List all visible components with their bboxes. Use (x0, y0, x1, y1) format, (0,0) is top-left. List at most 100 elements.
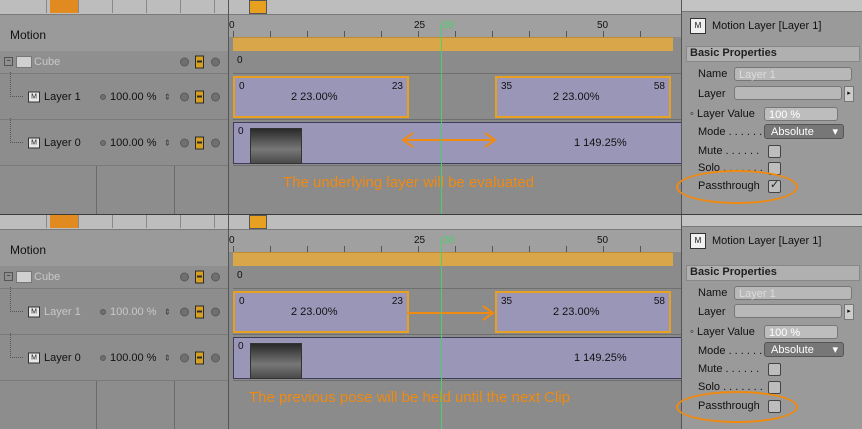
track-row-cube[interactable]: − Cube (0, 266, 228, 289)
timeline-toolbar-button[interactable] (50, 0, 79, 13)
layer-weight[interactable]: 100.00 % (110, 306, 156, 318)
timeline-tool-button[interactable] (249, 215, 267, 229)
section-title: Basic Properties (690, 266, 777, 278)
mode-dropdown[interactable]: Absolute ▾ (764, 124, 844, 139)
motion-clip[interactable]: 0 23 2 23.00% (233, 76, 409, 118)
time-ruler[interactable]: 0 25 50 28 (229, 15, 681, 37)
layer-value-label: ◦ Layer Value (690, 108, 755, 120)
lock-dot[interactable] (211, 307, 220, 316)
weight-stepper-icon[interactable]: ⇕ (164, 307, 171, 316)
clip-info: 1 149.25% (574, 352, 627, 364)
layer-weight[interactable]: 100.00 % (110, 352, 156, 364)
annotation-message: The previous pose will be held until the… (249, 389, 571, 406)
double-arrow-icon (401, 132, 497, 148)
mute-dot[interactable] (180, 307, 189, 316)
timeline-toolbar-button[interactable] (50, 215, 79, 228)
mute-dot[interactable] (180, 138, 189, 147)
highlight-oval (676, 170, 798, 204)
mute-dot[interactable] (180, 57, 189, 67)
track-row-layer1[interactable]: M Layer 1 100.00 % ⇕ (0, 287, 228, 335)
collapse-toggle[interactable]: − (4, 57, 13, 66)
toolbar-button[interactable] (116, 0, 147, 13)
toolbar-button[interactable] (116, 215, 147, 228)
timeline-tool-button[interactable] (249, 0, 267, 14)
toolbar-button[interactable] (184, 215, 215, 228)
layer-weight[interactable]: 100.00 % (110, 91, 156, 103)
solo-icon[interactable] (195, 55, 204, 69)
layer-value-field[interactable]: 100 % (764, 325, 838, 339)
cube-track[interactable]: 0 (233, 266, 681, 289)
ruler-tick-label: 25 (414, 235, 426, 246)
lock-dot[interactable] (211, 138, 220, 147)
motion-layer-icon: M (28, 91, 40, 102)
name-field[interactable]: Layer 1 (734, 67, 852, 81)
solo-checkbox[interactable] (768, 381, 781, 394)
layer0-track[interactable]: 0 1 149.25% (233, 335, 683, 381)
mute-checkbox[interactable] (768, 363, 781, 376)
basic-properties-section[interactable]: Basic Properties (686, 46, 860, 62)
motion-clip[interactable]: 0 1 149.25% (233, 337, 683, 379)
name-label: Name (698, 287, 728, 299)
collapse-toggle[interactable]: − (4, 272, 13, 281)
mute-checkbox[interactable] (768, 145, 781, 158)
lock-dot[interactable] (211, 92, 220, 101)
mute-dot[interactable] (180, 92, 189, 101)
cube-track[interactable]: 0 (233, 51, 681, 74)
track-row-layer0[interactable]: M Layer 0 100.00 % ⇕ (0, 118, 228, 166)
track-row-layer0[interactable]: M Layer 0 100.00 % ⇕ (0, 333, 228, 381)
mute-label: Mute . . . . . . (698, 363, 760, 375)
weight-stepper-icon[interactable]: ⇕ (164, 138, 171, 147)
basic-properties-section[interactable]: Basic Properties (686, 265, 860, 281)
toolbar-button[interactable] (20, 215, 47, 228)
clip-end: 23 (391, 296, 403, 307)
track-name: Layer 0 (44, 351, 81, 364)
solo-icon[interactable] (195, 270, 204, 284)
track-row-layer1[interactable]: M Layer 1 100.00 % ⇕ (0, 72, 228, 120)
playhead[interactable] (441, 237, 442, 429)
layer-field[interactable] (734, 86, 842, 100)
layer-value-field[interactable]: 100 % (764, 107, 838, 121)
toolbar-button[interactable] (150, 215, 181, 228)
weight-stepper-icon[interactable]: ⇕ (164, 92, 171, 101)
toolbar-button[interactable] (150, 0, 181, 13)
summary-track-bar[interactable] (233, 252, 673, 267)
toolbar-button[interactable] (20, 0, 47, 13)
motion-clip[interactable]: 35 58 2 23.00% (495, 291, 671, 333)
arrow-right-icon[interactable]: ▸ (844, 304, 854, 320)
solo-icon[interactable] (195, 136, 204, 149)
solo-icon[interactable] (195, 305, 204, 318)
summary-track-bar[interactable] (233, 37, 673, 52)
motion-clip[interactable]: 0 23 2 23.00% (233, 291, 409, 333)
track-name: Layer 1 (44, 305, 81, 318)
lock-dot[interactable] (211, 272, 220, 282)
weight-stepper-icon[interactable]: ⇕ (164, 353, 171, 362)
name-field[interactable]: Layer 1 (734, 286, 852, 300)
timeline[interactable]: 0 25 50 28 0 0 23 2 23.00% 35 58 2 23.00… (229, 0, 683, 214)
motion-layer-icon: M (690, 233, 706, 249)
mute-dot[interactable] (180, 272, 189, 282)
toolbar-button[interactable] (82, 215, 113, 228)
motion-clip[interactable]: 35 58 2 23.00% (495, 76, 671, 118)
time-ruler[interactable]: 0 25 50 28 (229, 230, 681, 252)
chevron-down-icon: ▾ (832, 126, 838, 138)
mode-dropdown[interactable]: Absolute ▾ (764, 342, 844, 357)
weight-dot (100, 308, 106, 315)
toolbar-button[interactable] (184, 0, 215, 13)
lock-dot[interactable] (211, 353, 220, 362)
layer-weight[interactable]: 100.00 % (110, 137, 156, 149)
ruler-tick-label: 50 (597, 20, 609, 31)
toolbar-button[interactable] (82, 0, 113, 13)
solo-icon[interactable] (195, 351, 204, 364)
cube-track-label: 0 (237, 270, 243, 281)
track-list-toolbar (0, 215, 228, 230)
arrow-right-icon[interactable]: ▸ (844, 86, 854, 102)
lock-dot[interactable] (211, 57, 220, 67)
playhead[interactable] (441, 22, 442, 214)
track-row-cube[interactable]: − Cube (0, 51, 228, 74)
timeline[interactable]: 0 25 50 28 0 0 23 2 23.00% 35 58 2 23.00… (229, 215, 683, 429)
mute-dot[interactable] (180, 353, 189, 362)
layer1-track[interactable]: 0 23 2 23.00% 35 58 2 23.00% (233, 74, 681, 120)
solo-icon[interactable] (195, 90, 204, 103)
folder-icon (16, 56, 32, 68)
layer-field[interactable] (734, 304, 842, 318)
